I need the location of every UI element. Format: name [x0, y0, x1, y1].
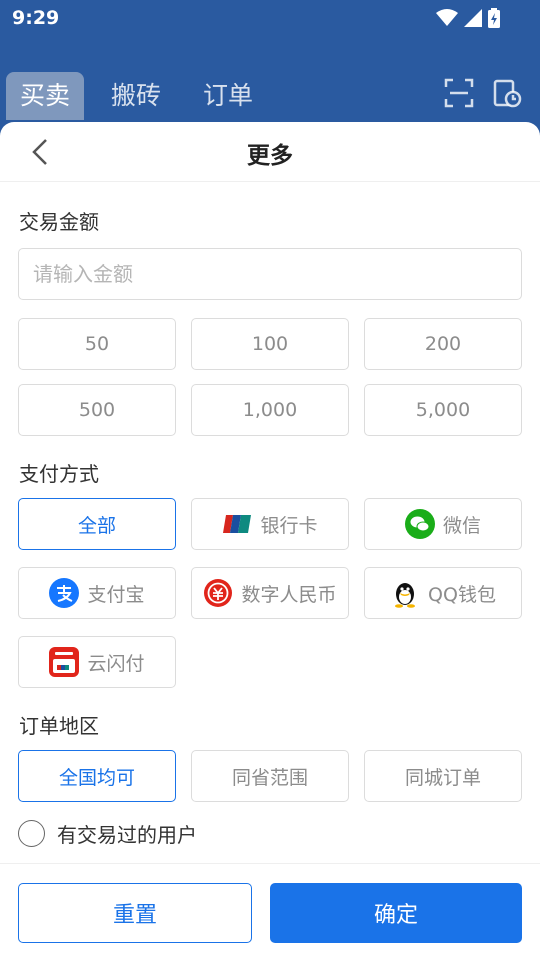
chip-label: 同省范围	[231, 766, 308, 789]
chip-label: 微信	[442, 514, 481, 537]
amount-input[interactable]	[18, 248, 522, 300]
alipay-icon	[49, 578, 80, 608]
battery-icon	[488, 8, 500, 28]
chip-label: QQ钱包	[428, 583, 496, 606]
status-icons	[436, 7, 500, 29]
amount-preset-50[interactable]: 50	[18, 318, 176, 370]
chip-label: 全部	[77, 514, 116, 537]
region-option-same-province[interactable]: 同省范围	[191, 750, 349, 802]
payment-option-qq-wallet[interactable]: QQ钱包	[364, 567, 522, 619]
status-bar: 9:29	[0, 0, 540, 36]
unionpay-icon	[222, 509, 252, 539]
chip-label: 50	[84, 333, 110, 355]
confirm-button[interactable]: 确定	[270, 883, 522, 943]
chip-label: 100	[251, 333, 289, 355]
chip-label: 银行卡	[260, 514, 318, 537]
region-option-nationwide[interactable]: 全国均可	[18, 750, 176, 802]
amount-section-label: 交易金额	[19, 210, 99, 234]
traded-users-row[interactable]: 有交易过的用户	[18, 818, 197, 848]
order-history-icon[interactable]	[492, 78, 522, 108]
payment-section-label: 支付方式	[19, 462, 99, 486]
traded-users-radio[interactable]	[18, 819, 45, 847]
wechat-icon	[404, 509, 435, 539]
signal-icon	[464, 9, 482, 27]
amount-preset-100[interactable]: 100	[191, 318, 349, 370]
cloud-quickpass-icon	[49, 647, 80, 677]
tab-arbitrage[interactable]: 搬砖	[98, 72, 174, 120]
digital-rmb-icon	[203, 578, 233, 608]
amount-preset-500[interactable]: 500	[18, 384, 176, 436]
chip-label: 数字人民币	[241, 583, 337, 606]
status-time: 9:29	[12, 7, 60, 29]
amount-preset-5000[interactable]: 5,000	[364, 384, 522, 436]
tab-orders[interactable]: 订单	[190, 72, 266, 120]
chip-label: 云闪付	[87, 652, 145, 675]
chip-label: 200	[424, 333, 462, 355]
payment-option-cloud-quickpass[interactable]: 云闪付	[18, 636, 176, 688]
reset-button[interactable]: 重置	[18, 883, 252, 943]
chip-label: 全国均可	[58, 766, 135, 789]
payment-option-all[interactable]: 全部	[18, 498, 176, 550]
chip-label: 1,000	[242, 399, 298, 421]
payment-option-wechat[interactable]: 微信	[364, 498, 522, 550]
chip-label: 支付宝	[87, 583, 145, 606]
payment-option-alipay[interactable]: 支付宝	[18, 567, 176, 619]
amount-preset-1000[interactable]: 1,000	[191, 384, 349, 436]
payment-option-bank-card[interactable]: 银行卡	[191, 498, 349, 550]
chip-label: 同城订单	[404, 766, 481, 789]
region-section-label: 订单地区	[19, 714, 99, 738]
chip-label: 5,000	[415, 399, 471, 421]
payment-option-digital-rmb[interactable]: 数字人民币	[191, 567, 349, 619]
sheet-footer: 重置 确定	[0, 863, 540, 960]
filter-sheet: 更多 交易金额 50 100 200 500 1,000 5,000 支付方式 …	[0, 122, 540, 960]
scan-icon[interactable]	[444, 78, 474, 108]
chip-label: 500	[78, 399, 116, 421]
top-tab-bar: 买卖 搬砖 订单	[0, 36, 540, 124]
traded-users-label: 有交易过的用户	[57, 822, 197, 847]
tab-buy-sell[interactable]: 买卖	[6, 72, 84, 120]
qq-wallet-icon	[390, 578, 420, 608]
sheet-header: 更多	[0, 122, 540, 182]
page-title: 更多	[247, 143, 293, 169]
amount-preset-200[interactable]: 200	[364, 318, 522, 370]
wifi-icon	[436, 9, 458, 26]
region-option-same-city[interactable]: 同城订单	[364, 750, 522, 802]
